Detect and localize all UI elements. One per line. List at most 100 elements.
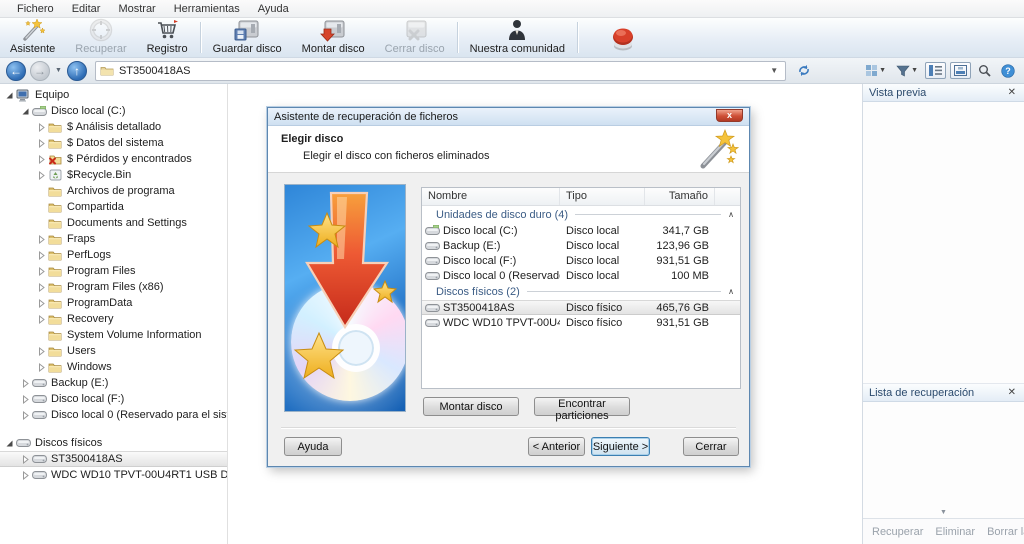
collapse-chevron-icon[interactable]: ∧ [728, 287, 734, 296]
collapse-chevron-icon[interactable]: ∧ [728, 210, 734, 219]
expander-closed-icon[interactable] [36, 283, 47, 292]
expander-closed-icon[interactable] [36, 363, 47, 372]
toolbar-button-cerrar-disco: Cerrar disco [375, 18, 455, 57]
tree-item-equipo[interactable]: Equipo [0, 87, 227, 103]
tree-item-st3500418as[interactable]: ST3500418AS [0, 451, 227, 467]
tree-item-disco-local-c[interactable]: Disco local (C:) [0, 103, 227, 119]
expander-closed-icon[interactable] [20, 455, 31, 464]
up-button[interactable]: ↑ [67, 61, 87, 81]
expander-open-icon[interactable] [4, 91, 15, 100]
disk-row-disco-local-f[interactable]: Disco local (F:)Disco local931,51 GB [422, 253, 740, 268]
table-group-header[interactable]: Discos físicos (2)∧ [422, 283, 740, 300]
toolbar-separator [200, 22, 201, 53]
tree-item-discos-f-sicos[interactable]: Discos físicos [0, 435, 227, 451]
address-dropdown-icon[interactable]: ▼ [767, 66, 781, 75]
expander-closed-icon[interactable] [20, 471, 31, 480]
toolbar-button-nuestra-comunidad[interactable]: Nuestra comunidad [460, 18, 575, 57]
expander-closed-icon[interactable] [36, 155, 47, 164]
recovery-action-recuperar[interactable]: Recuperar [867, 524, 928, 540]
expander-closed-icon[interactable] [36, 139, 47, 148]
toggle-preview-panel-icon[interactable] [950, 62, 971, 79]
lifebuoy-icon [89, 18, 113, 42]
mount-disk-button[interactable]: Montar disco [423, 397, 519, 416]
view-mode-icon[interactable]: ▼ [862, 63, 889, 78]
tree-item-wdc-wd10-tpvt-00u4rt1-usb-device[interactable]: WDC WD10 TPVT-00U4RT1 USB Device [0, 467, 227, 483]
refresh-icon[interactable] [794, 63, 814, 78]
tree-item-system-volume-information[interactable]: System Volume Information [0, 327, 227, 343]
menu-item-fichero[interactable]: Fichero [8, 1, 63, 17]
menu-item-mostrar[interactable]: Mostrar [109, 1, 164, 17]
column-header-size[interactable]: Tamaño [645, 188, 715, 205]
tree-item-disco-local-f[interactable]: Disco local (F:) [0, 391, 227, 407]
dialog-titlebar[interactable]: Asistente de recuperación de ficheros x [268, 108, 749, 126]
preview-close-icon[interactable]: ✕ [1006, 87, 1018, 98]
tree-item-fraps[interactable]: Fraps [0, 231, 227, 247]
address-input[interactable] [119, 65, 762, 77]
table-group-header[interactable]: Unidades de disco duro (4)∧ [422, 206, 740, 223]
menu-item-editar[interactable]: Editar [63, 1, 110, 17]
tree-item-recovery[interactable]: Recovery [0, 311, 227, 327]
toolbar-button-registro[interactable]: Registro [137, 18, 198, 57]
expander-closed-icon[interactable] [36, 235, 47, 244]
tree-item-program-files[interactable]: Program Files [0, 263, 227, 279]
expander-open-icon[interactable] [4, 439, 15, 448]
column-header-type[interactable]: Tipo [560, 188, 645, 205]
expander-closed-icon[interactable] [20, 395, 31, 404]
disk-row-wdc-wd10-tpvt-00u4rt[interactable]: WDC WD10 TPVT-00U4RT...Disco físico931,5… [422, 315, 740, 330]
recovery-action-borrar-la-lista[interactable]: Borrar la lista [982, 524, 1024, 540]
recovery-close-icon[interactable]: ✕ [1006, 387, 1018, 398]
forward-button[interactable]: → [30, 61, 50, 81]
menu-item-herramientas[interactable]: Herramientas [165, 1, 249, 17]
tree-item-p-rdidos-y-encontrados[interactable]: $ Pérdidos y encontrados [0, 151, 227, 167]
previous-button[interactable]: < Anterior [528, 437, 585, 456]
expander-closed-icon[interactable] [20, 411, 31, 420]
expander-open-icon[interactable] [20, 107, 31, 116]
tree-item-recycle-bin[interactable]: $Recycle.Bin [0, 167, 227, 183]
tree-item-archivos-de-programa[interactable]: Archivos de programa [0, 183, 227, 199]
disk-row-disco-local-c[interactable]: Disco local (C:)Disco local341,7 GB [422, 223, 740, 238]
expander-closed-icon[interactable] [20, 379, 31, 388]
back-button[interactable]: ← [6, 61, 26, 81]
dialog-close-button[interactable]: x [716, 109, 743, 122]
toolbar-button-asistente[interactable]: Asistente [0, 18, 65, 57]
tree-item-program-files-x86[interactable]: Program Files (x86) [0, 279, 227, 295]
tree-item-documents-and-settings[interactable]: Documents and Settings [0, 215, 227, 231]
view-mode-dropdown-icon[interactable]: ▼ [879, 67, 886, 74]
filter-icon[interactable]: ▼ [893, 64, 921, 78]
menu-item-ayuda[interactable]: Ayuda [249, 1, 298, 17]
filter-dropdown-icon[interactable]: ▼ [911, 67, 918, 74]
expander-closed-icon[interactable] [36, 315, 47, 324]
tree-item-disco-local-0-reservado-para-el-sistema[interactable]: Disco local 0 (Reservado para el sistema… [0, 407, 227, 423]
expander-closed-icon[interactable] [36, 251, 47, 260]
expander-closed-icon[interactable] [36, 267, 47, 276]
expander-closed-icon[interactable] [36, 347, 47, 356]
toggle-tree-panel-icon[interactable] [925, 62, 946, 79]
expander-closed-icon[interactable] [36, 171, 47, 180]
expander-closed-icon[interactable] [36, 299, 47, 308]
recovery-action-eliminar[interactable]: Eliminar [930, 524, 980, 540]
tree-item-users[interactable]: Users [0, 343, 227, 359]
disk-row-disco-local-0-reservado-p[interactable]: Disco local 0 (Reservado p...Disco local… [422, 268, 740, 283]
tree-item-backup-e[interactable]: Backup (E:) [0, 375, 227, 391]
toolbar-button-montar-disco[interactable]: Montar disco [292, 18, 375, 57]
expander-closed-icon[interactable] [36, 123, 47, 132]
tree-item-compartida[interactable]: Compartida [0, 199, 227, 215]
help-button[interactable]: Ayuda [284, 437, 342, 456]
tree-item-windows[interactable]: Windows [0, 359, 227, 375]
search-icon[interactable] [975, 63, 994, 78]
help-red-button[interactable] [608, 23, 638, 53]
next-button[interactable]: Siguiente > [591, 437, 650, 456]
close-button[interactable]: Cerrar [683, 437, 739, 456]
tree-item-perflogs[interactable]: PerfLogs [0, 247, 227, 263]
tree-item-datos-del-sistema[interactable]: $ Datos del sistema [0, 135, 227, 151]
disk-row-st3500418as[interactable]: ST3500418ASDisco físico465,76 GB [422, 300, 740, 315]
toolbar-button-guardar-disco[interactable]: Guardar disco [203, 18, 292, 57]
find-partitions-button[interactable]: Encontrar particiones [534, 397, 630, 416]
help-icon[interactable]: ? [998, 63, 1018, 79]
column-header-name[interactable]: Nombre [422, 188, 560, 205]
tree-item-an-lisis-detallado[interactable]: $ Análisis detallado [0, 119, 227, 135]
splitter-grip-icon[interactable]: ▼ [940, 509, 947, 516]
tree-item-programdata[interactable]: ProgramData [0, 295, 227, 311]
nav-history-dropdown-icon[interactable]: ▼ [55, 67, 62, 74]
disk-row-backup-e[interactable]: Backup (E:)Disco local123,96 GB [422, 238, 740, 253]
